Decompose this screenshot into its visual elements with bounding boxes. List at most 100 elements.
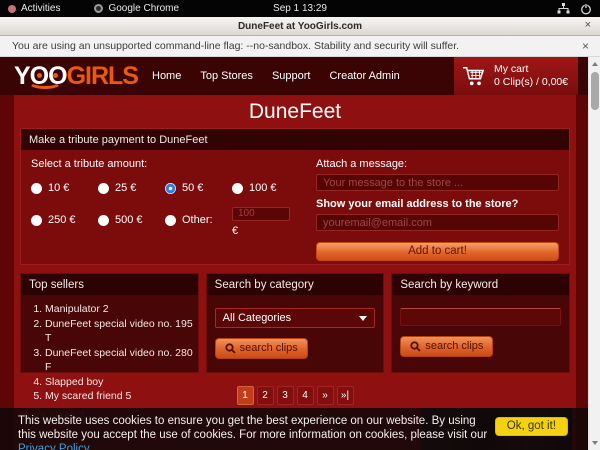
tribute-panel-header: Make a tribute payment to DuneFeet	[21, 129, 569, 150]
cart-title: My cart	[494, 63, 568, 76]
nav-item-support[interactable]: Support	[272, 70, 311, 82]
search-category-panel: Search by category All Categories search…	[206, 273, 385, 373]
top-sellers-header: Top sellers	[21, 274, 198, 295]
amount-options: 10 € 25 € 50 €	[31, 182, 302, 237]
search-keyword-header: Search by keyword	[392, 274, 569, 295]
cart-summary: 0 Clip(s) / 0,00€	[494, 76, 568, 89]
amount-option-100[interactable]: 100 €	[232, 182, 302, 194]
infobar-message: You are using an unsupported command-lin…	[12, 40, 459, 52]
email-input[interactable]	[316, 214, 559, 231]
amount-option-other[interactable]: Other:	[165, 203, 232, 237]
logo-text-girls: GIRLS	[67, 62, 138, 90]
page-scrollbar[interactable]	[588, 57, 600, 450]
amount-label: 100 €	[249, 182, 277, 194]
browser-viewport: YOOGIRLS Home Top Stores Support Creator…	[0, 57, 600, 450]
my-cart-button[interactable]: My cart 0 Clip(s) / 0,00€	[454, 57, 578, 95]
category-selected-option: All Categories	[223, 312, 291, 324]
radio-icon	[98, 183, 109, 194]
radio-checked-icon	[165, 183, 176, 194]
privacy-policy-link[interactable]: Privacy Policy	[18, 443, 90, 450]
top-seller-item[interactable]: Slapped boy	[45, 375, 198, 390]
message-label: Attach a message:	[316, 158, 559, 170]
radio-icon	[31, 215, 42, 226]
search-clips-category-button[interactable]: search clips	[215, 338, 308, 359]
activities-indicator-icon	[8, 5, 16, 13]
tribute-message-column: Attach a message: Show your email addres…	[316, 158, 559, 252]
page-3-button[interactable]: 3	[277, 386, 294, 405]
page-content: DuneFeet Make a tribute payment to DuneF…	[14, 95, 576, 450]
top-seller-item[interactable]: DuneFeet special video no. 195 T	[45, 317, 198, 346]
logo-smile-icon	[28, 75, 62, 89]
top-seller-item[interactable]: My scared friend 5	[45, 389, 198, 404]
window-title: DuneFeet at YooGirls.com	[238, 21, 362, 32]
amount-option-25[interactable]: 25 €	[98, 182, 165, 194]
activities-label: Activities	[21, 3, 60, 14]
lower-panels: Top sellers Manipulator 2 DuneFeet speci…	[20, 273, 570, 373]
message-input[interactable]	[316, 174, 559, 191]
scroll-up-icon[interactable]	[592, 62, 598, 66]
top-seller-item[interactable]: Manipulator 2	[45, 302, 198, 317]
site-header: YOOGIRLS Home Top Stores Support Creator…	[0, 57, 588, 95]
page-1-button[interactable]: 1	[237, 386, 254, 405]
nav-item-home[interactable]: Home	[152, 70, 181, 82]
amount-label: 250 €	[48, 214, 76, 226]
window-close-icon[interactable]: ×	[585, 19, 591, 31]
currency-label: €	[232, 225, 302, 237]
amount-select-label: Select a tribute amount:	[31, 158, 302, 170]
tribute-panel: Make a tribute payment to DuneFeet Selec…	[20, 128, 570, 265]
search-clips-label: search clips	[425, 340, 483, 352]
page-next-button[interactable]: »	[317, 386, 334, 405]
search-keyword-panel: Search by keyword search clips	[391, 273, 570, 373]
amount-option-50[interactable]: 50 €	[165, 182, 232, 194]
search-clips-keyword-button[interactable]: search clips	[400, 336, 493, 357]
category-select[interactable]: All Categories	[215, 308, 376, 328]
email-label: Show your email address to the store?	[316, 198, 559, 210]
web-page: YOOGIRLS Home Top Stores Support Creator…	[0, 57, 588, 450]
other-amount-input[interactable]	[232, 207, 290, 221]
window-titlebar[interactable]: DuneFeet at YooGirls.com ×	[0, 17, 600, 36]
app-menu-label: Google Chrome	[108, 3, 179, 14]
amount-label: 10 €	[48, 182, 69, 194]
keyword-input[interactable]	[400, 308, 561, 326]
amount-option-10[interactable]: 10 €	[31, 182, 98, 194]
radio-icon	[232, 183, 243, 194]
power-icon[interactable]	[580, 3, 592, 15]
search-icon	[410, 341, 421, 352]
infobar-close-icon[interactable]: ×	[582, 39, 589, 53]
top-sellers-panel: Top sellers Manipulator 2 DuneFeet speci…	[20, 273, 199, 373]
amount-label: 500 €	[115, 214, 143, 226]
amount-option-500[interactable]: 500 €	[98, 203, 165, 237]
scroll-down-icon[interactable]	[592, 441, 598, 445]
nav-item-creator-admin[interactable]: Creator Admin	[329, 70, 399, 82]
scrollbar-thumb[interactable]	[591, 72, 599, 110]
page-4-button[interactable]: 4	[297, 386, 314, 405]
site-logo[interactable]: YOOGIRLS	[14, 59, 138, 93]
cookie-notice-text: This website uses cookies to ensure you …	[18, 414, 496, 450]
search-icon	[225, 343, 236, 354]
tribute-amount-column: Select a tribute amount: 10 € 25 €	[31, 158, 302, 252]
activities-button[interactable]: Activities	[0, 0, 68, 17]
top-seller-item[interactable]: DuneFeet special video no. 280 F	[45, 346, 198, 375]
search-category-header: Search by category	[207, 274, 384, 295]
amount-label: Other:	[182, 214, 213, 226]
cookie-accept-button[interactable]: Ok, got it!	[495, 417, 568, 436]
network-icon[interactable]	[557, 3, 570, 14]
amount-option-250[interactable]: 250 €	[31, 203, 98, 237]
nav-item-top-stores[interactable]: Top Stores	[200, 70, 253, 82]
page-2-button[interactable]: 2	[257, 386, 274, 405]
main-nav: Home Top Stores Support Creator Admin	[152, 57, 400, 95]
chrome-infobar: You are using an unsupported command-lin…	[0, 36, 600, 57]
amount-label: 50 €	[182, 182, 203, 194]
radio-icon	[98, 215, 109, 226]
page-last-button[interactable]: »|	[337, 386, 354, 405]
search-clips-label: search clips	[240, 342, 298, 354]
radio-icon	[31, 183, 42, 194]
chevron-down-icon	[359, 316, 367, 321]
desktop-top-bar: Activities Google Chrome Sep 1 13:29	[0, 0, 600, 17]
top-sellers-list: Manipulator 2 DuneFeet special video no.…	[21, 302, 198, 404]
add-to-cart-button[interactable]: Add to cart!	[316, 242, 559, 261]
chrome-icon	[94, 4, 103, 13]
page-title: DuneFeet	[14, 95, 576, 128]
app-menu-google-chrome[interactable]: Google Chrome	[86, 0, 187, 17]
radio-icon	[165, 215, 176, 226]
